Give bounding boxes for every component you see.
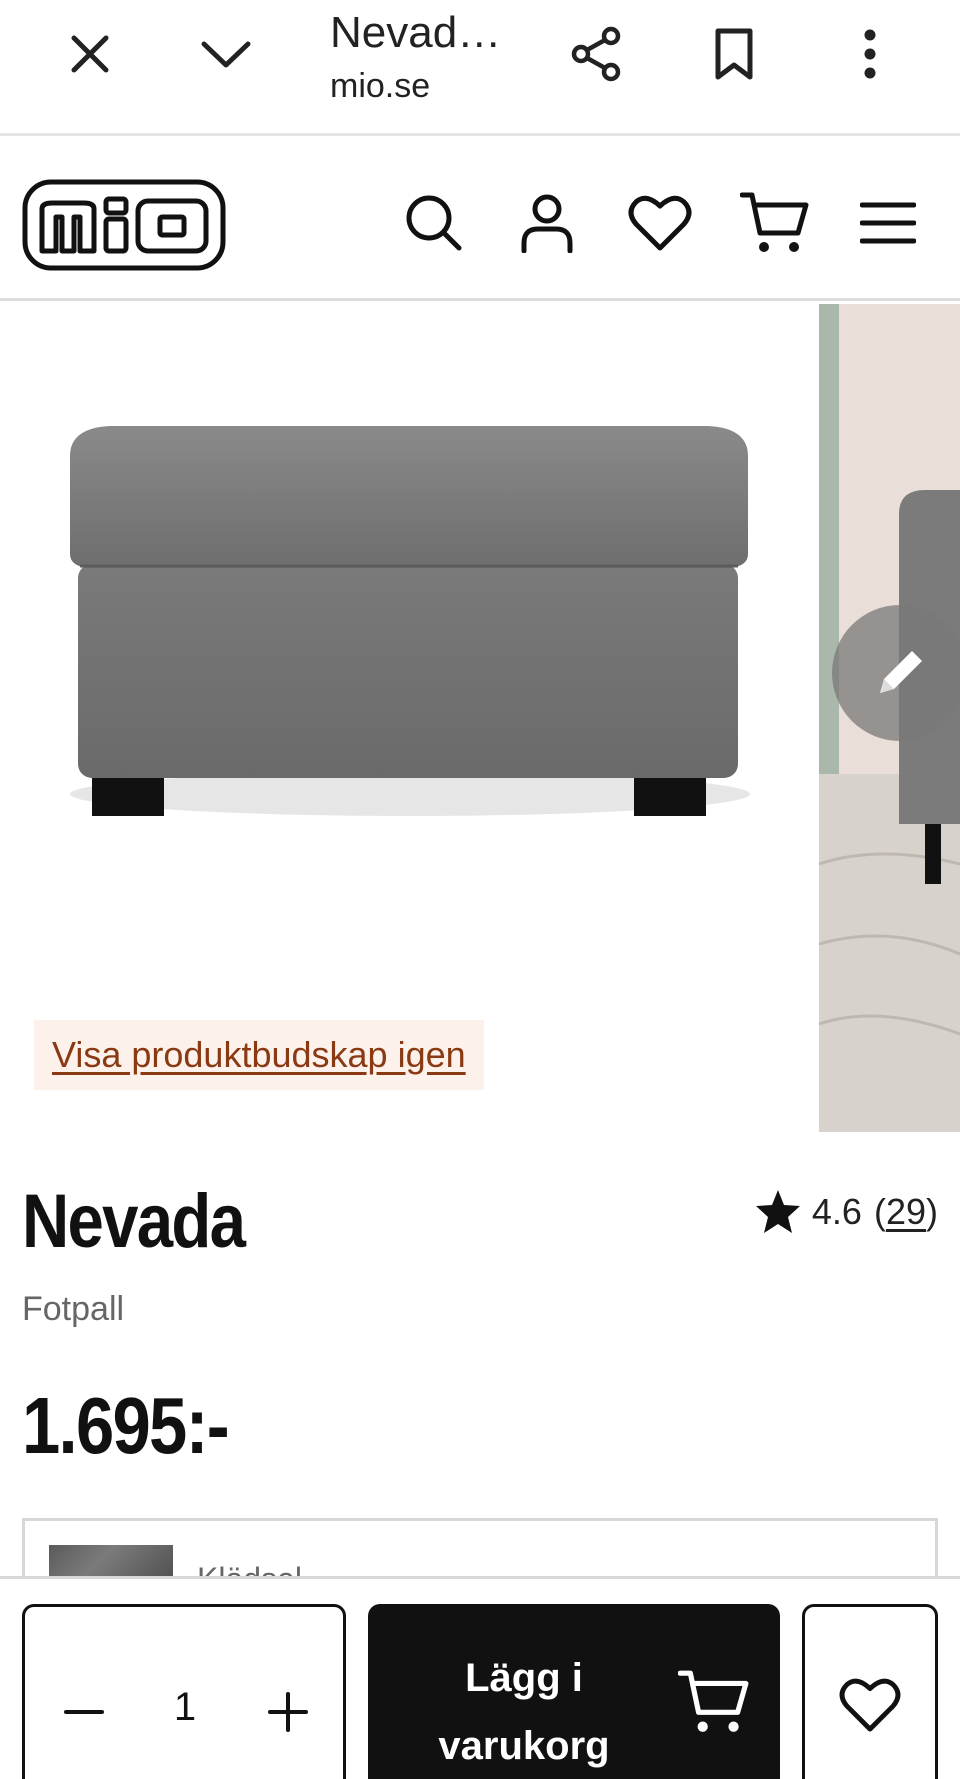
site-header (0, 139, 960, 301)
decrease-quantity-button[interactable] (49, 1677, 119, 1747)
close-icon[interactable] (58, 22, 122, 86)
menu-icon[interactable] (852, 187, 924, 259)
rating-value: 4.6 (811, 1191, 862, 1232)
review-paren-close: ) (926, 1191, 938, 1232)
add-to-wishlist-button[interactable] (802, 1604, 938, 1779)
heart-icon (839, 1678, 901, 1732)
more-vert-icon[interactable] (838, 22, 902, 86)
add-to-cart-button[interactable]: Lägg i varukorg (368, 1604, 780, 1779)
page-title-block[interactable]: Nevad… mio.se (330, 6, 560, 106)
tab-title: Nevad… (330, 8, 502, 57)
add-to-cart-line1: Lägg i (465, 1656, 583, 1700)
add-to-cart-label: Lägg i varukorg (424, 1644, 624, 1779)
review-count-link[interactable]: 29 (886, 1191, 926, 1233)
browser-toolbar: Nevad… mio.se (0, 0, 960, 136)
review-paren-open: ( (873, 1191, 886, 1232)
search-icon[interactable] (398, 187, 470, 259)
cart-icon[interactable] (739, 187, 811, 259)
product-price: 1.695:- (22, 1381, 230, 1470)
product-gallery[interactable]: Visa produktbudskap igen (0, 304, 960, 1132)
heart-icon[interactable] (624, 187, 696, 259)
chevron-down-icon[interactable] (194, 22, 258, 86)
bookmark-icon[interactable] (702, 22, 766, 86)
quantity-value[interactable]: 1 (135, 1685, 235, 1730)
product-rating[interactable]: 4.6 ( 29 ) (754, 1188, 938, 1236)
sticky-purchase-bar: 1 Lägg i varukorg (0, 1576, 960, 1779)
show-product-message-link[interactable]: Visa produktbudskap igen (52, 1034, 466, 1075)
plus-icon (268, 1692, 308, 1732)
star-icon (755, 1190, 800, 1233)
show-product-message[interactable]: Visa produktbudskap igen (34, 1020, 484, 1090)
add-to-cart-line2: varukorg (438, 1724, 610, 1768)
mio-logo[interactable] (22, 179, 226, 271)
cart-icon (678, 1670, 749, 1732)
pencil-icon (880, 651, 922, 693)
product-name: Nevada (22, 1179, 246, 1264)
edit-pencil-button[interactable] (832, 605, 960, 741)
share-icon[interactable] (565, 22, 629, 86)
tab-domain: mio.se (330, 67, 431, 105)
quantity-stepper: 1 (22, 1604, 346, 1779)
minus-icon (64, 1710, 104, 1714)
product-image[interactable]: Visa produktbudskap igen (0, 304, 818, 1132)
increase-quantity-button[interactable] (253, 1677, 323, 1747)
account-icon[interactable] (511, 187, 583, 259)
product-subtitle: Fotpall (22, 1290, 125, 1328)
